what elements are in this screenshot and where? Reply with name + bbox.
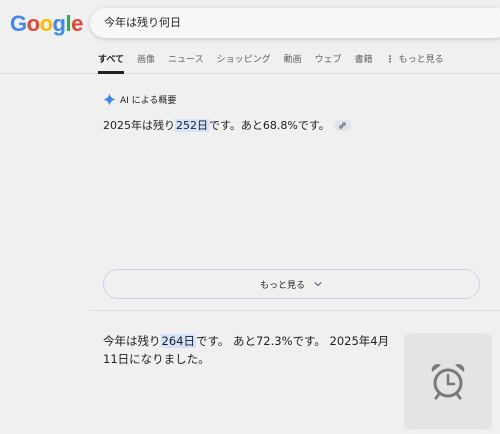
tab-web[interactable]: ウェブ: [315, 52, 342, 74]
ai-text-before: 2025年は残り: [103, 119, 175, 132]
logo-letter: o: [39, 11, 53, 36]
result-text-highlight: 264日: [160, 334, 196, 348]
more-vert-icon: ⋮: [385, 55, 395, 65]
tab-more-label: もっと見る: [398, 55, 444, 65]
tab-news[interactable]: ニュース: [168, 52, 204, 74]
tab-more[interactable]: ⋮ もっと見る: [386, 52, 444, 74]
ai-overview-title: AI による概要: [120, 96, 177, 106]
logo-letter: G: [10, 11, 27, 36]
chevron-down-icon: [314, 282, 322, 287]
search-input[interactable]: [104, 15, 484, 28]
gemini-sparkle-icon: [103, 93, 116, 106]
section-divider: [90, 310, 500, 311]
tab-all[interactable]: すべて: [98, 52, 125, 74]
logo-letter: g: [52, 11, 66, 36]
tab-books[interactable]: 書籍: [355, 52, 373, 74]
logo-letter: e: [71, 11, 83, 36]
tab-shopping[interactable]: ショッピング: [217, 52, 271, 74]
ai-overview-header: AI による概要: [103, 93, 176, 106]
ai-text-highlight: 252日: [175, 119, 209, 132]
ai-text-after: です。あと68.8%です。: [209, 119, 330, 132]
ai-overview-text: 2025年は残り252日です。あと68.8%です。: [103, 117, 351, 133]
show-more-label: もっと見る: [259, 280, 305, 291]
header-bar: Google すべて 画像 ニュース ショッピング 動画 ウェブ 書籍 ⋮もっと…: [0, 0, 500, 74]
search-tabs: すべて 画像 ニュース ショッピング 動画 ウェブ 書籍 ⋮ もっと見る: [98, 52, 457, 74]
logo-letter: o: [26, 11, 40, 36]
show-more-button[interactable]: もっと見る: [103, 269, 480, 299]
result-text-before: 今年は残り: [103, 334, 161, 348]
result-thumbnail[interactable]: [404, 333, 492, 429]
search-box[interactable]: [90, 8, 500, 38]
alarm-clock-icon: [431, 363, 465, 400]
google-logo[interactable]: Google: [10, 11, 83, 37]
tab-images[interactable]: 画像: [137, 52, 155, 74]
link-icon[interactable]: [333, 119, 351, 131]
featured-snippet-text: 今年は残り264日です。 あと72.3%です。 2025年4月11日になりました…: [103, 332, 398, 368]
tab-videos[interactable]: 動画: [284, 52, 302, 74]
